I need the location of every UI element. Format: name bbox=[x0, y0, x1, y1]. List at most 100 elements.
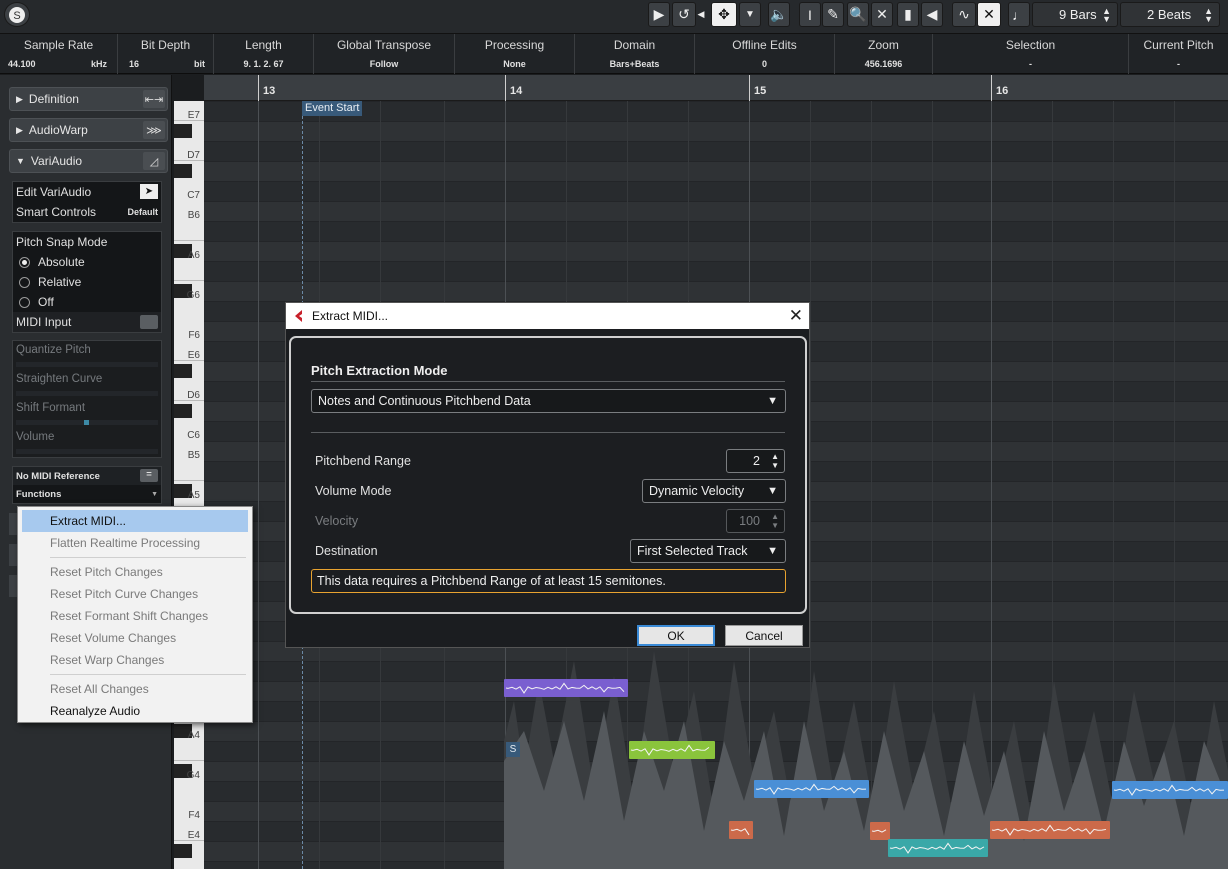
logo-icon[interactable]: S bbox=[4, 2, 30, 27]
key-label: F6 bbox=[188, 330, 200, 341]
info-offline-edits[interactable]: Offline Edits 0 bbox=[695, 34, 835, 74]
pitch-segment[interactable] bbox=[629, 741, 715, 759]
bars-select[interactable]: 9 Bars ▲ ▼ bbox=[1032, 2, 1118, 27]
cancel-button[interactable]: Cancel bbox=[725, 625, 803, 646]
zoom-icon[interactable]: 🔍 bbox=[847, 2, 869, 27]
note-icon[interactable]: ♩ bbox=[1008, 2, 1030, 27]
smart-controls-row[interactable]: Smart Controls Default bbox=[13, 202, 161, 222]
collapsed-section-edge[interactable] bbox=[9, 544, 17, 566]
beats-select[interactable]: 2 Beats ▲ ▼ bbox=[1120, 2, 1220, 27]
radio-off[interactable]: Off bbox=[13, 292, 161, 312]
pitch-segment[interactable] bbox=[504, 679, 628, 697]
pitch-segment[interactable] bbox=[870, 822, 890, 840]
move-tool-icon[interactable]: ✥ bbox=[711, 2, 737, 27]
midi-input-row[interactable]: MIDI Input bbox=[13, 312, 161, 332]
collapsed-section-edge[interactable] bbox=[9, 513, 17, 535]
volume-icon[interactable]: ◀ bbox=[921, 2, 943, 27]
pitch-curve bbox=[889, 842, 985, 854]
info-zoom[interactable]: Zoom 456.1696 bbox=[835, 34, 933, 74]
dialog-title-bar[interactable]: Extract MIDI... ✕ bbox=[286, 303, 809, 329]
slider-track[interactable] bbox=[16, 420, 158, 425]
range-tool-icon[interactable]: I bbox=[799, 2, 821, 27]
pitch-segment[interactable] bbox=[888, 839, 988, 857]
pencil-icon[interactable]: ✎ bbox=[822, 2, 844, 27]
bar-line bbox=[258, 101, 259, 869]
pitch-segment[interactable] bbox=[729, 821, 753, 839]
functions-row[interactable]: Functions ▼ bbox=[13, 485, 161, 503]
menu-item-reset-formant-shift-changes[interactable]: Reset Formant Shift Changes bbox=[22, 605, 248, 627]
ok-button[interactable]: OK bbox=[637, 625, 715, 646]
menu-item-reset-all-changes[interactable]: Reset All Changes bbox=[22, 678, 248, 700]
edit-variaudio-row[interactable]: Edit VariAudio ➤ bbox=[13, 182, 161, 202]
slider-track[interactable] bbox=[16, 391, 158, 396]
stretch-icon[interactable]: ⇤⇥ bbox=[143, 90, 165, 108]
arrow-left-icon[interactable]: ◀ bbox=[697, 2, 705, 27]
info-length[interactable]: Length 9. 1. 2. 67 bbox=[214, 34, 314, 74]
info-selection[interactable]: Selection - bbox=[933, 34, 1129, 74]
cursor-icon[interactable]: ➤ bbox=[140, 184, 158, 199]
velocity-spinner[interactable]: 100 ▲ ▼ bbox=[726, 509, 785, 533]
speaker-icon[interactable]: 🔈 bbox=[768, 2, 790, 27]
radio-relative[interactable]: Relative bbox=[13, 272, 161, 292]
midi-toggle-icon[interactable] bbox=[140, 315, 158, 329]
ruler[interactable]: 13 14 15 16 bbox=[204, 75, 1228, 101]
slider-track[interactable] bbox=[16, 362, 158, 367]
pitchbend-range-spinner[interactable]: 2 ▲ ▼ bbox=[726, 449, 785, 473]
event-start-marker[interactable]: Event Start bbox=[302, 101, 363, 116]
warp-icon[interactable]: ⋙ bbox=[143, 121, 165, 139]
quantize-pitch-slider[interactable]: Quantize Pitch bbox=[13, 341, 161, 370]
play-tool-icon[interactable]: ▶ bbox=[648, 2, 670, 27]
section-definition[interactable]: ▶ Definition ⇤⇥ bbox=[9, 87, 168, 111]
black-key[interactable] bbox=[174, 364, 192, 378]
collapsed-section-edge[interactable] bbox=[9, 575, 17, 597]
destination-select[interactable]: First Selected Track ▼ bbox=[630, 539, 786, 563]
midi-reference-row[interactable]: No MIDI Reference = bbox=[13, 467, 161, 485]
volume-slider[interactable]: Volume bbox=[13, 428, 161, 457]
close-icon[interactable]: ✕ bbox=[789, 306, 803, 326]
curve-icon[interactable]: ∿ bbox=[952, 2, 976, 27]
chevron-down-icon[interactable]: ▼ bbox=[739, 2, 761, 27]
section-variaudio[interactable]: ▼ VariAudio ◿ bbox=[9, 149, 168, 173]
menu-item-reanalyze-audio[interactable]: Reanalyze Audio bbox=[22, 700, 248, 722]
slider-thumb[interactable] bbox=[84, 420, 89, 425]
info-global-transpose[interactable]: Global Transpose Follow bbox=[314, 34, 455, 74]
piano-keyboard[interactable]: E7 D7 C7 B6 A6 G6 F6 E6 D6 C6 B5 A5 A4 G… bbox=[174, 101, 204, 869]
snap-icon[interactable]: ✕ bbox=[977, 2, 1001, 27]
black-key[interactable] bbox=[174, 844, 192, 858]
section-audiowarp[interactable]: ▶ AudioWarp ⋙ bbox=[9, 118, 168, 142]
loop-icon[interactable]: ↺ bbox=[672, 2, 696, 27]
pitch-extraction-mode-select[interactable]: Notes and Continuous Pitchbend Data ▼ bbox=[311, 389, 786, 413]
bars-icon[interactable]: ▮ bbox=[897, 2, 919, 27]
shift-formant-slider[interactable]: Shift Formant bbox=[13, 399, 161, 428]
info-domain[interactable]: Domain Bars+Beats bbox=[575, 34, 695, 74]
slider-track[interactable] bbox=[16, 449, 158, 454]
black-key[interactable] bbox=[174, 404, 192, 418]
info-sample-rate[interactable]: Sample Rate 44.100 kHz bbox=[0, 34, 118, 74]
minus-icon[interactable]: = bbox=[140, 469, 158, 482]
pitch-curve-icon[interactable]: ◿ bbox=[143, 152, 165, 170]
menu-item-flatten-realtime-processing[interactable]: Flatten Realtime Processing bbox=[22, 532, 248, 554]
mute-icon[interactable]: ✕ bbox=[871, 2, 893, 27]
menu-item-reset-volume-changes[interactable]: Reset Volume Changes bbox=[22, 627, 248, 649]
key-label: E6 bbox=[187, 350, 200, 361]
spin-arrows-icon[interactable]: ▲ ▼ bbox=[771, 452, 779, 470]
menu-item-reset-warp-changes[interactable]: Reset Warp Changes bbox=[22, 649, 248, 671]
straighten-curve-slider[interactable]: Straighten Curve bbox=[13, 370, 161, 399]
pitch-segment[interactable] bbox=[754, 780, 869, 798]
pitch-segment[interactable] bbox=[990, 821, 1110, 839]
black-key[interactable] bbox=[174, 124, 192, 138]
pitch-segment[interactable] bbox=[1112, 781, 1228, 799]
spin-arrows-icon[interactable]: ▲ ▼ bbox=[771, 512, 779, 530]
info-current-pitch[interactable]: Current Pitch - bbox=[1129, 34, 1228, 74]
info-bit-depth[interactable]: Bit Depth 16 bit bbox=[118, 34, 214, 74]
volume-mode-select[interactable]: Dynamic Velocity ▼ bbox=[642, 479, 786, 503]
info-processing[interactable]: Processing None bbox=[455, 34, 575, 74]
menu-item-reset-pitch-curve-changes[interactable]: Reset Pitch Curve Changes bbox=[22, 583, 248, 605]
black-key[interactable] bbox=[174, 164, 192, 178]
segment-label[interactable]: S bbox=[506, 742, 520, 757]
menu-item-extract-midi[interactable]: Extract MIDI... bbox=[22, 510, 248, 532]
radio-absolute[interactable]: Absolute bbox=[13, 252, 161, 272]
grid-row bbox=[204, 221, 1228, 241]
menu-item-reset-pitch-changes[interactable]: Reset Pitch Changes bbox=[22, 561, 248, 583]
section-label: AudioWarp bbox=[28, 123, 88, 137]
